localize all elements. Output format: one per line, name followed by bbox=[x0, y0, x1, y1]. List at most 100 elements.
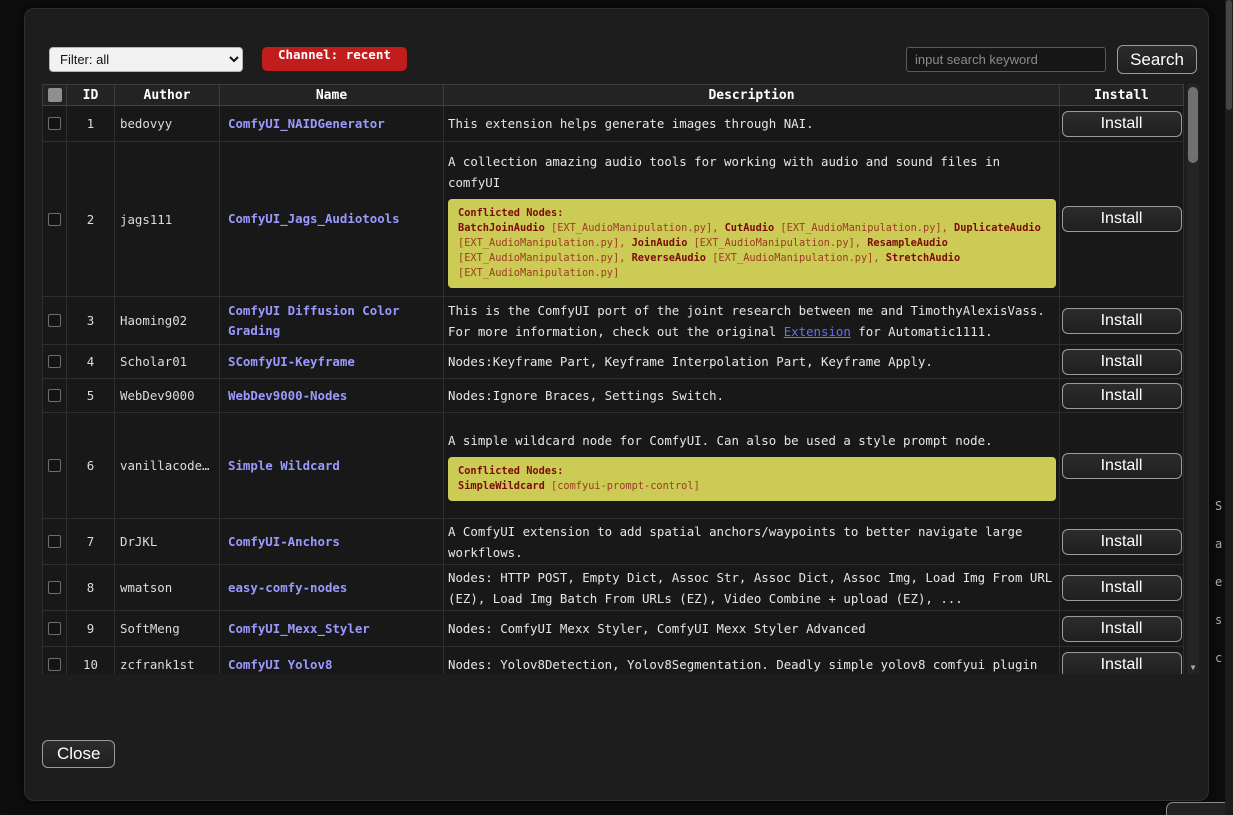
checkbox-cell bbox=[42, 297, 67, 344]
row-description: A ComfyUI extension to add spatial ancho… bbox=[444, 519, 1060, 564]
install-button[interactable]: Install bbox=[1062, 529, 1182, 555]
row-id: 4 bbox=[67, 345, 115, 378]
conflict-list: BatchJoinAudio [EXT_AudioManipulation.py… bbox=[458, 221, 1046, 281]
scroll-down-arrow-icon[interactable]: ▼ bbox=[1187, 663, 1199, 672]
row-checkbox[interactable] bbox=[48, 314, 61, 327]
page-scrollbar[interactable] bbox=[1225, 0, 1233, 815]
table-scrollbar-thumb[interactable] bbox=[1188, 87, 1198, 163]
extension-name-link[interactable]: ComfyUI_NAIDGenerator bbox=[220, 106, 444, 141]
extension-name-link[interactable]: SComfyUI-Keyframe bbox=[220, 345, 444, 378]
table-body: 1 bedovyy ComfyUI_NAIDGenerator This ext… bbox=[42, 106, 1199, 674]
row-id: 3 bbox=[67, 297, 115, 344]
conflict-list: SimpleWildcard [comfyui-prompt-control] bbox=[458, 479, 1046, 494]
extension-name-link[interactable]: ComfyUI Diffusion Color Grading bbox=[220, 297, 444, 344]
install-cell: Install bbox=[1060, 611, 1184, 646]
page-scrollbar-thumb[interactable] bbox=[1226, 0, 1232, 110]
install-cell: Install bbox=[1060, 297, 1184, 344]
row-checkbox[interactable] bbox=[48, 459, 61, 472]
install-cell: Install bbox=[1060, 345, 1184, 378]
row-checkbox[interactable] bbox=[48, 535, 61, 548]
install-button[interactable]: Install bbox=[1062, 575, 1182, 601]
row-checkbox[interactable] bbox=[48, 622, 61, 635]
install-button[interactable]: Install bbox=[1062, 308, 1182, 334]
row-description: Nodes:Keyframe Part, Keyframe Interpolat… bbox=[444, 345, 1060, 378]
row-description: This extension helps generate images thr… bbox=[444, 106, 1060, 141]
extension-link[interactable]: Extension bbox=[784, 324, 851, 339]
row-author: jags111 bbox=[115, 142, 220, 296]
search-input[interactable] bbox=[906, 47, 1106, 72]
row-description: A simple wildcard node for ComfyUI. Can … bbox=[444, 413, 1060, 518]
header-description: Description bbox=[444, 85, 1060, 105]
row-checkbox[interactable] bbox=[48, 213, 61, 226]
row-author: DrJKL bbox=[115, 519, 220, 564]
install-button[interactable]: Install bbox=[1062, 111, 1182, 137]
checkbox-cell bbox=[42, 519, 67, 564]
install-button[interactable]: Install bbox=[1062, 453, 1182, 479]
table-row: 6 vanillacode… Simple Wildcard A simple … bbox=[42, 413, 1184, 519]
table-header: ID Author Name Description Install bbox=[42, 84, 1184, 106]
conflicted-nodes-box: Conflicted Nodes: SimpleWildcard [comfyu… bbox=[448, 457, 1056, 501]
row-description: A collection amazing audio tools for wor… bbox=[444, 142, 1060, 296]
extension-name-link[interactable]: Simple Wildcard bbox=[220, 413, 444, 518]
checkbox-cell bbox=[42, 647, 67, 674]
extension-name-link[interactable]: ComfyUI_Mexx_Styler bbox=[220, 611, 444, 646]
install-button[interactable]: Install bbox=[1062, 349, 1182, 375]
row-checkbox[interactable] bbox=[48, 581, 61, 594]
row-id: 7 bbox=[67, 519, 115, 564]
close-button[interactable]: Close bbox=[42, 740, 115, 768]
row-id: 9 bbox=[67, 611, 115, 646]
header-checkbox-cell bbox=[42, 85, 67, 105]
select-all-checkbox[interactable] bbox=[48, 88, 62, 102]
header-author: Author bbox=[115, 85, 220, 105]
install-button[interactable]: Install bbox=[1062, 383, 1182, 409]
checkbox-cell bbox=[42, 413, 67, 518]
table-row: 1 bedovyy ComfyUI_NAIDGenerator This ext… bbox=[42, 106, 1184, 142]
row-author: Scholar01 bbox=[115, 345, 220, 378]
row-author: bedovyy bbox=[115, 106, 220, 141]
install-cell: Install bbox=[1060, 519, 1184, 564]
row-checkbox[interactable] bbox=[48, 389, 61, 402]
extension-name-link[interactable]: WebDev9000-Nodes bbox=[220, 379, 444, 412]
extension-name-link[interactable]: ComfyUI-Anchors bbox=[220, 519, 444, 564]
checkbox-cell bbox=[42, 565, 67, 610]
row-description: Nodes: HTTP POST, Empty Dict, Assoc Str,… bbox=[444, 565, 1060, 610]
install-custom-nodes-dialog: Filter: all Channel: recent Search ID Au… bbox=[24, 8, 1209, 801]
row-author: zcfrank1st bbox=[115, 647, 220, 674]
search-button[interactable]: Search bbox=[1117, 45, 1197, 74]
checkbox-cell bbox=[42, 345, 67, 378]
header-name: Name bbox=[220, 85, 444, 105]
row-description: Nodes:Ignore Braces, Settings Switch. bbox=[444, 379, 1060, 412]
row-author: WebDev9000 bbox=[115, 379, 220, 412]
row-author: vanillacode… bbox=[115, 413, 220, 518]
row-checkbox[interactable] bbox=[48, 355, 61, 368]
install-cell: Install bbox=[1060, 379, 1184, 412]
conflict-title: Conflicted Nodes: bbox=[458, 206, 1046, 221]
row-id: 10 bbox=[67, 647, 115, 674]
row-id: 2 bbox=[67, 142, 115, 296]
conflict-title: Conflicted Nodes: bbox=[458, 464, 1046, 479]
checkbox-cell bbox=[42, 611, 67, 646]
header-install: Install bbox=[1060, 85, 1184, 105]
partial-occluded-button[interactable] bbox=[1166, 802, 1233, 815]
install-cell: Install bbox=[1060, 565, 1184, 610]
table-row: 3 Haoming02 ComfyUI Diffusion Color Grad… bbox=[42, 297, 1184, 345]
channel-badge: Channel: recent bbox=[262, 47, 407, 71]
row-description: This is the ComfyUI port of the joint re… bbox=[444, 297, 1060, 344]
checkbox-cell bbox=[42, 142, 67, 296]
checkbox-cell bbox=[42, 379, 67, 412]
extension-name-link[interactable]: easy-comfy-nodes bbox=[220, 565, 444, 610]
row-id: 8 bbox=[67, 565, 115, 610]
install-cell: Install bbox=[1060, 647, 1184, 674]
row-checkbox[interactable] bbox=[48, 117, 61, 130]
filter-select[interactable]: Filter: all bbox=[49, 47, 243, 72]
row-id: 5 bbox=[67, 379, 115, 412]
row-checkbox[interactable] bbox=[48, 658, 61, 671]
extension-name-link[interactable]: ComfyUI_Jags_Audiotools bbox=[220, 142, 444, 296]
install-button[interactable]: Install bbox=[1062, 616, 1182, 642]
table-scrollbar[interactable]: ▼ bbox=[1187, 84, 1199, 674]
table-row: 7 DrJKL ComfyUI-Anchors A ComfyUI extens… bbox=[42, 519, 1184, 565]
install-button[interactable]: Install bbox=[1062, 206, 1182, 232]
install-button[interactable]: Install bbox=[1062, 652, 1182, 675]
extension-name-link[interactable]: ComfyUI Yolov8 bbox=[220, 647, 444, 674]
table-row: 5 WebDev9000 WebDev9000-Nodes Nodes:Igno… bbox=[42, 379, 1184, 413]
